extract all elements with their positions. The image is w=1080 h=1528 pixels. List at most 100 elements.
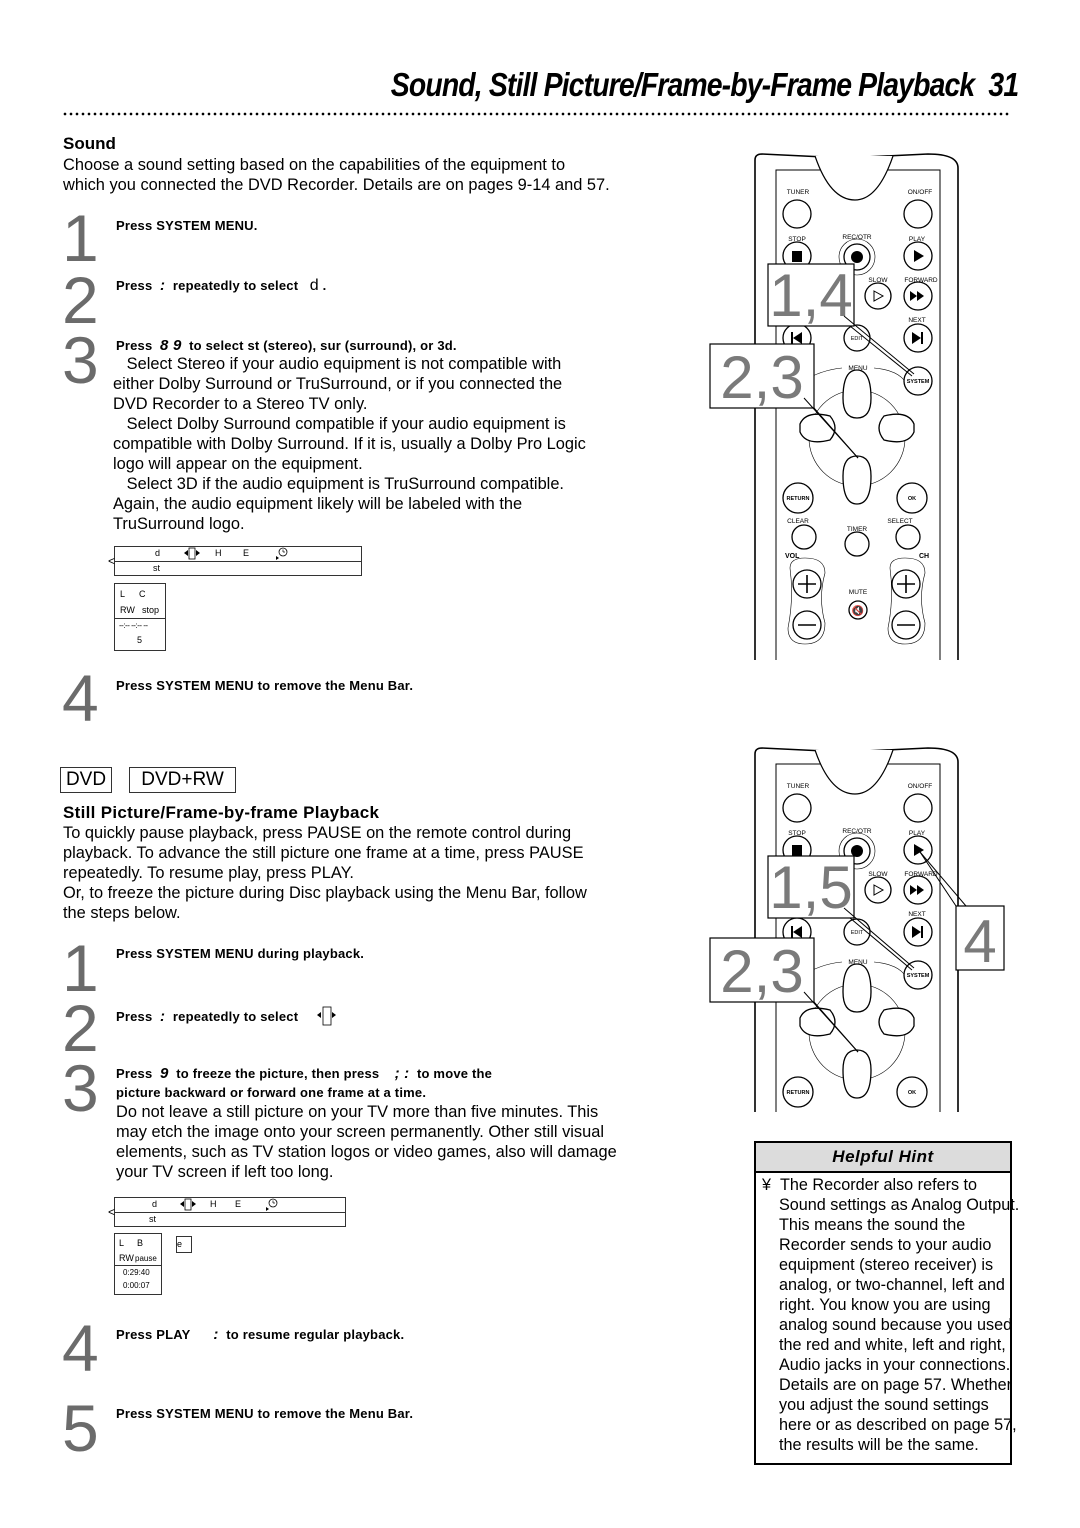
remote-control-top: TUNER ON/OFF STOP REC/OTR PLAY SLOW FORW… [709, 153, 959, 660]
step-number: 2 [62, 991, 99, 1065]
status-divider [115, 618, 165, 619]
menu-item-sound: d [152, 1199, 158, 1209]
still-step-3: Press 9 to freeze the picture, then pres… [116, 1065, 492, 1082]
page-number: 31 [988, 66, 1019, 103]
sound-step-1: Press SYSTEM MENU. [116, 218, 258, 233]
step-text: Press [116, 1009, 153, 1024]
still-step-4: Press PLAY : to resume regular playback. [116, 1326, 404, 1343]
menu-bar-sub: st [115, 562, 361, 575]
sound-step-4: Press SYSTEM MENU to remove the Menu Bar… [116, 678, 414, 693]
timer-button[interactable] [844, 531, 870, 557]
clear-button[interactable] [791, 524, 817, 550]
nav-left-button[interactable] [799, 413, 836, 443]
frame-icon [183, 547, 201, 562]
detail-line: Select 3D if the audio equipment is TruS… [113, 475, 564, 493]
step-text: to select st (stereo), sur (surround), o… [189, 338, 457, 353]
detail-line: DVD Recorder to a Stereo TV only. [113, 395, 368, 413]
menu-item-sound: d [155, 548, 161, 558]
hint-line: Sound settings as Analog Output. [779, 1196, 1020, 1214]
select-button[interactable] [895, 524, 921, 550]
left-right-arrow-symbol: ; : [394, 1065, 410, 1082]
right-arrow-symbol: : [160, 1008, 166, 1025]
status-mode: C [139, 589, 146, 599]
hint-line: the red and white, left and right, [779, 1336, 1006, 1354]
onoff-button[interactable] [903, 793, 933, 823]
step-text: Press [116, 338, 153, 353]
label-next: NEXT [908, 317, 925, 324]
callout-text: 4 [963, 908, 996, 975]
detail-line: Do not leave a still picture on your TV … [116, 1103, 599, 1121]
nav-right-button[interactable] [878, 1007, 915, 1037]
stop-icon [792, 251, 802, 262]
status-elapsed-time: 0:00:07 [123, 1281, 150, 1290]
previous-icon [791, 926, 793, 938]
still-step-3-line2: picture backward or forward one frame at… [116, 1085, 427, 1100]
nav-right-button[interactable] [878, 413, 915, 443]
record-icon [851, 845, 863, 857]
menu-bar-icons: d H E [115, 547, 361, 562]
remote-control-bottom: TUNER ON/OFF STOP REC/OTR PLAY SLOW FORW… [709, 747, 1005, 1112]
label-clear: CLEAR [787, 518, 809, 525]
previous-icon [791, 332, 793, 344]
step-number: 2 [62, 263, 99, 337]
callout-text: 2,3 [720, 938, 803, 1005]
step-number: 3 [62, 1051, 99, 1125]
disc-badge-dvdrw: DVD+RW [129, 767, 236, 793]
menu-item-e: E [235, 1199, 242, 1209]
tuner-button[interactable] [782, 199, 812, 229]
status-display: L B RW pause 0:29:40 0:00:07 [114, 1233, 162, 1295]
sound-heading: Sound [63, 134, 116, 153]
label-mute: MUTE [849, 589, 868, 596]
callout-text: 1,5 [769, 854, 852, 921]
nav-up-button[interactable] [842, 369, 872, 419]
hint-line: ¥ The Recorder also refers to [762, 1175, 1019, 1195]
label-edit: EDIT [851, 336, 864, 342]
step-number: 3 [62, 323, 99, 397]
still-step-5: Press SYSTEM MENU to remove the Menu Bar… [116, 1406, 414, 1421]
still-intro-line: repeatedly. To resume play, press PLAY. [63, 864, 354, 882]
status-time: --:-- --:-- -- [119, 621, 148, 630]
nav-up-button[interactable] [842, 963, 872, 1013]
page-title: Sound, Still Picture/Frame-by-Frame Play… [391, 66, 1019, 104]
frame-indicator: e [176, 1236, 192, 1253]
status-state: pause [135, 1254, 157, 1263]
label-edit: EDIT [851, 930, 864, 936]
label-select: SELECT [887, 518, 912, 525]
step-text: Press [116, 278, 153, 293]
sound-value: st [153, 563, 161, 573]
down-arrow-symbol: 9 [160, 1065, 169, 1082]
status-total-time: 0:29:40 [123, 1268, 150, 1277]
onoff-button[interactable] [903, 199, 933, 229]
sound-step-3-detail: Select Stereo if your audio equipment is… [113, 354, 586, 534]
status-state: stop [142, 605, 160, 615]
mute-icon: 🔇 [852, 604, 864, 617]
still-intro-line: To quickly pause playback, press PAUSE o… [63, 824, 572, 842]
callout-text: 1,4 [769, 262, 852, 329]
sound-icon-label: d [309, 277, 319, 294]
status-mode: B [137, 1238, 144, 1248]
nav-left-button[interactable] [799, 1007, 836, 1037]
label-next: NEXT [908, 911, 925, 918]
nav-down-button[interactable] [842, 1049, 872, 1099]
callout-2-3: 2,3 [709, 937, 859, 1053]
detail-line: logo will appear on the equipment. [113, 455, 363, 473]
hint-line: This means the sound the [779, 1216, 966, 1234]
nav-down-button[interactable] [842, 455, 872, 505]
tuner-button[interactable] [782, 793, 812, 823]
still-intro-line: Or, to freeze the picture during Disc pl… [63, 884, 587, 902]
hint-line: here or as described on page 57, [779, 1416, 1017, 1434]
detail-line: your TV screen if left too long. [116, 1163, 334, 1181]
sound-intro-line: Choose a sound setting based on the capa… [63, 156, 566, 174]
step-text: repeatedly to select [172, 1009, 299, 1024]
callout-text: 2,3 [720, 344, 803, 411]
dotted-divider [62, 112, 1010, 116]
step-text: . [322, 278, 327, 293]
detail-line: Select Stereo if your audio equipment is… [113, 355, 562, 373]
label-system: SYSTEM [907, 379, 930, 385]
status-display: L C RW stop --:-- --:-- -- 5 [114, 583, 166, 651]
hint-line: the results will be the same. [779, 1436, 979, 1454]
step-number: 4 [62, 1311, 99, 1385]
detail-line: Select Dolby Surround compatible if your… [113, 415, 566, 433]
detail-line: elements, such as TV station logos or vi… [116, 1143, 617, 1161]
ir-window [814, 155, 894, 201]
